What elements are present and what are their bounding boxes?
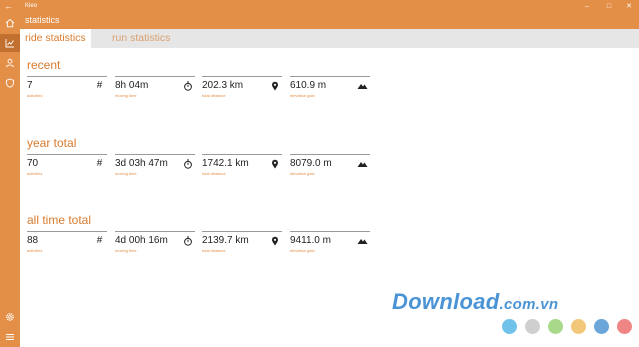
tab-ride-statistics[interactable]: ride statistics: [20, 29, 91, 48]
mountain-icon: [357, 158, 368, 169]
stat-label: elevation gain: [290, 93, 315, 98]
watermark-text: Download: [392, 289, 500, 314]
stopwatch-icon: [182, 158, 193, 169]
watermark-suffix: .com.vn: [499, 296, 559, 313]
mountain-icon: [357, 235, 368, 246]
sidebar-item-statistics[interactable]: [0, 34, 20, 52]
stat-label: total distance: [202, 93, 226, 98]
stopwatch-icon: [182, 80, 193, 91]
gear-icon: [6, 313, 14, 321]
stat-moving-time: 8h 04m moving time: [115, 76, 195, 103]
stat-value: 7: [27, 80, 33, 91]
sidebar: [0, 13, 20, 347]
hash-icon: #: [96, 158, 103, 169]
stat-label: activities: [27, 248, 43, 253]
watermark-dot: [525, 319, 540, 334]
stat-activities: 70 activities #: [27, 154, 107, 181]
stat-value: 88: [27, 235, 39, 246]
stat-moving-time: 4d 00h 16m moving time: [115, 231, 195, 258]
stat-label: moving time: [115, 93, 137, 98]
tab-bar: ride statistics run statistics: [20, 29, 639, 48]
stat-label: elevation gain: [290, 248, 315, 253]
stat-label: moving time: [115, 171, 137, 176]
minimize-icon[interactable]: –: [580, 0, 594, 13]
sidebar-item-shield[interactable]: [0, 74, 20, 92]
app-title: Kleo: [25, 3, 38, 9]
stat-total-distance: 202.3 km total distance: [202, 76, 282, 103]
chart-icon: [5, 39, 14, 48]
hash-icon: #: [96, 235, 103, 246]
stat-total-distance: 2139.7 km total distance: [202, 231, 282, 258]
stat-label: elevation gain: [290, 171, 315, 176]
maximize-icon[interactable]: □: [602, 0, 616, 13]
stat-value: 8h 04m: [115, 80, 149, 91]
mountain-icon: [357, 80, 368, 91]
stat-value: 1742.1 km: [202, 158, 249, 169]
hamburger-menu-icon: [6, 334, 14, 340]
hash-icon: #: [96, 80, 103, 91]
stat-label: activities: [27, 93, 43, 98]
back-arrow-icon[interactable]: ←: [4, 0, 13, 13]
sidebar-item-settings[interactable]: [0, 308, 20, 326]
stat-label: total distance: [202, 171, 226, 176]
title-bar: ← Kleo – □ ✕: [0, 0, 639, 13]
stat-label: total distance: [202, 248, 226, 253]
section-title-year-total: year total: [27, 136, 77, 150]
stat-elevation-gain: 9411.0 m elevation gain: [290, 231, 370, 258]
page-title: statistics: [25, 15, 60, 25]
stat-label: moving time: [115, 248, 137, 253]
home-icon: [5, 18, 15, 28]
map-pin-icon: [269, 235, 280, 246]
section-title-recent: recent: [27, 58, 61, 72]
stat-elevation-gain: 610.9 m elevation gain: [290, 76, 370, 103]
stat-value: 202.3 km: [202, 80, 244, 91]
map-pin-icon: [269, 80, 280, 91]
stat-value: 8079.0 m: [290, 158, 332, 169]
watermark-dot: [571, 319, 586, 334]
user-icon: [6, 58, 14, 68]
sidebar-item-home[interactable]: [0, 14, 20, 32]
tab-run-statistics[interactable]: run statistics: [107, 29, 175, 48]
watermark-dot: [594, 319, 609, 334]
stat-activities: 7 activities #: [27, 76, 107, 103]
watermark-logo: Download.com.vn: [392, 289, 558, 315]
watermark-dot: [617, 319, 632, 334]
sidebar-item-profile[interactable]: [0, 54, 20, 72]
sidebar-item-menu[interactable]: [0, 328, 20, 346]
stat-moving-time: 3d 03h 47m moving time: [115, 154, 195, 181]
watermark-dot: [548, 319, 563, 334]
stat-total-distance: 1742.1 km total distance: [202, 154, 282, 181]
shield-icon: [6, 78, 14, 88]
stat-value: 70: [27, 158, 39, 169]
stat-value: 3d 03h 47m: [115, 158, 168, 169]
stat-elevation-gain: 8079.0 m elevation gain: [290, 154, 370, 181]
stat-value: 4d 00h 16m: [115, 235, 168, 246]
stat-label: activities: [27, 171, 43, 176]
close-icon[interactable]: ✕: [622, 0, 636, 13]
section-title-all-time-total: all time total: [27, 213, 92, 227]
stat-value: 2139.7 km: [202, 235, 249, 246]
stat-value: 610.9 m: [290, 80, 327, 91]
page-header: statistics: [20, 13, 639, 29]
stat-value: 9411.0 m: [290, 235, 331, 246]
watermark-dot: [502, 319, 517, 334]
stat-activities: 88 activities #: [27, 231, 107, 258]
stopwatch-icon: [182, 235, 193, 246]
map-pin-icon: [269, 158, 280, 169]
